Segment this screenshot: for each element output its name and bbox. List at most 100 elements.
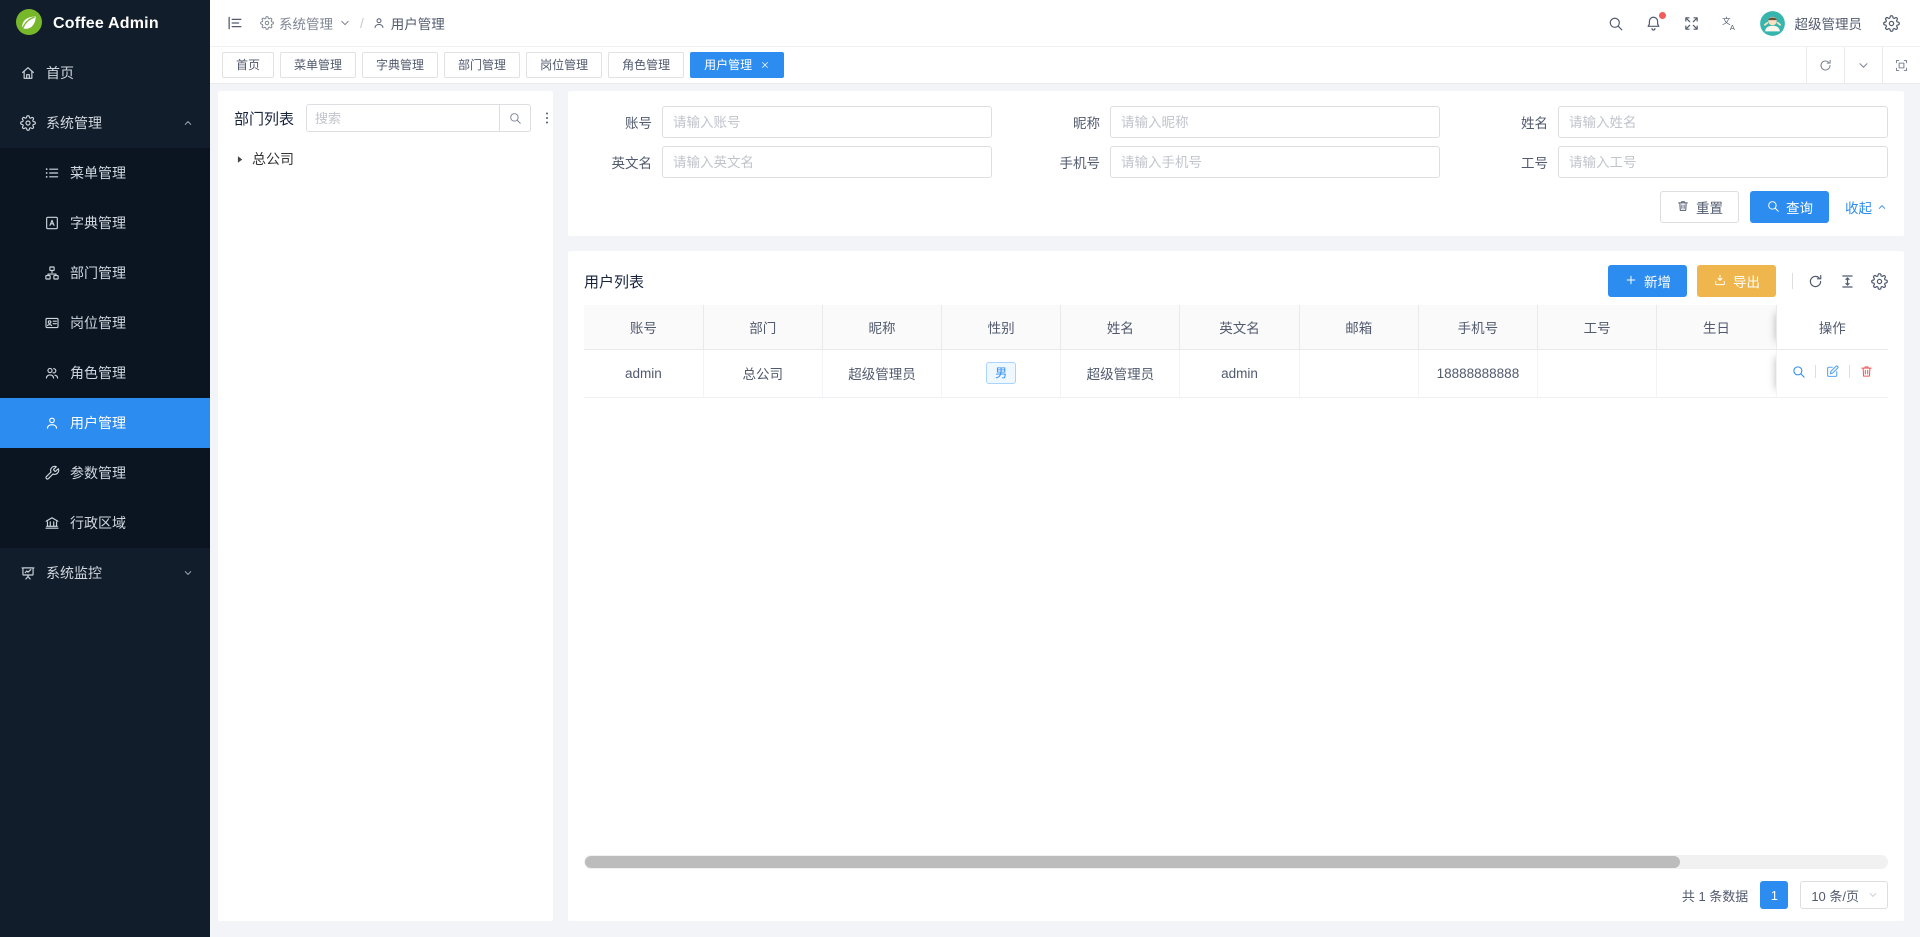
close-icon[interactable]	[760, 60, 770, 70]
delete-icon[interactable]	[1859, 364, 1874, 379]
sidebar-item-0[interactable]: 首页	[0, 48, 210, 98]
bell-icon[interactable]	[1645, 15, 1662, 32]
plus-icon	[1624, 273, 1638, 287]
sidebar-item-5[interactable]: 岗位管理	[0, 298, 210, 348]
tree-node[interactable]: 总公司	[234, 146, 537, 172]
horizontal-scrollbar[interactable]	[584, 855, 1888, 869]
refresh-icon	[1818, 58, 1833, 73]
sidebar-menu: 首页 系统管理 菜单管理 字典管理 部门管理 岗位管理 角色管理 用户管理 参数…	[0, 48, 210, 598]
user-table-card: 用户列表 新增 导出	[568, 251, 1904, 921]
user-name[interactable]: 超级管理员	[1795, 13, 1863, 33]
tab-0[interactable]: 首页	[222, 52, 274, 78]
gender-tag: 男	[986, 362, 1016, 384]
column-header: 工号	[1538, 305, 1657, 349]
tab-6[interactable]: 用户管理	[690, 52, 784, 78]
user-icon	[44, 415, 60, 431]
dictionary-icon	[44, 215, 60, 231]
chevron-down-icon	[338, 16, 352, 30]
search-icon	[1766, 199, 1780, 214]
avatar[interactable]	[1759, 10, 1786, 37]
edit-icon[interactable]	[1825, 364, 1840, 379]
leaf-icon	[14, 7, 44, 37]
search-icon	[1607, 15, 1624, 32]
sidebar-item-10[interactable]: 系统监控	[0, 548, 210, 598]
content: 部门列表 总公司 账号 昵称 姓名 英文名 手机号	[210, 84, 1920, 937]
sidebar-item-3[interactable]: 字典管理	[0, 198, 210, 248]
view-icon[interactable]	[1791, 364, 1806, 379]
sidebar-item-4[interactable]: 部门管理	[0, 248, 210, 298]
refresh-icon[interactable]	[1807, 273, 1824, 290]
sidebar-item-6[interactable]: 角色管理	[0, 348, 210, 398]
dept-search-input[interactable]	[306, 104, 499, 132]
column-header: 操作	[1776, 305, 1888, 349]
translate-icon: 文A	[1721, 15, 1738, 32]
form-input-0[interactable]	[662, 106, 992, 138]
column-header: 账号	[584, 305, 703, 349]
brand-name: Coffee Admin	[53, 15, 159, 33]
wrench-icon	[44, 465, 60, 481]
tab-3[interactable]: 部门管理	[444, 52, 520, 78]
brand: Coffee Admin	[0, 0, 210, 48]
chevron-down-icon	[1856, 58, 1871, 73]
search-icon[interactable]	[1607, 15, 1624, 32]
breadcrumb-item[interactable]: 系统管理	[260, 13, 352, 33]
column-header: 昵称	[822, 305, 941, 349]
dots-vertical-icon	[539, 110, 555, 126]
column-settings-icon[interactable]	[1871, 273, 1888, 290]
sidebar: Coffee Admin 首页 系统管理 菜单管理 字典管理 部门管理 岗位管理…	[0, 0, 210, 937]
sidebar-item-9[interactable]: 行政区域	[0, 498, 210, 548]
tab-5[interactable]: 角色管理	[608, 52, 684, 78]
dept-tree: 总公司	[234, 146, 537, 172]
column-header: 姓名	[1061, 305, 1180, 349]
add-button[interactable]: 新增	[1608, 265, 1687, 297]
delete-icon	[1859, 364, 1874, 379]
form-input-4[interactable]	[1110, 146, 1440, 178]
tab-controls	[1806, 47, 1920, 83]
tab-4[interactable]: 岗位管理	[526, 52, 602, 78]
row-height-icon[interactable]	[1839, 273, 1856, 290]
tab-1[interactable]: 菜单管理	[280, 52, 356, 78]
home-icon	[20, 65, 36, 81]
fullscreen-icon[interactable]	[1683, 15, 1700, 32]
main-area: 系统管理/用户管理 文A 超级管理员 首页 菜单管理 字典管理 部门管理 岗位管…	[210, 0, 1920, 937]
search-button[interactable]: 查询	[1750, 191, 1829, 223]
gear-icon[interactable]	[1883, 15, 1900, 32]
sidebar-item-1[interactable]: 系统管理	[0, 98, 210, 148]
reset-button[interactable]: 重置	[1660, 191, 1739, 223]
maximize-icon	[1894, 58, 1909, 73]
user-table: 账号部门昵称性别姓名英文名邮箱手机号工号生日操作 admin总公司超级管理员男超…	[584, 305, 1888, 398]
dept-more-icon[interactable]	[539, 110, 555, 126]
export-button[interactable]: 导出	[1697, 265, 1776, 297]
gear-icon	[260, 16, 274, 30]
bank-icon	[44, 515, 60, 531]
search-icon	[508, 111, 522, 125]
form-input-3[interactable]	[662, 146, 992, 178]
collapse-toggle[interactable]: 收起	[1845, 197, 1888, 217]
tab-2[interactable]: 字典管理	[362, 52, 438, 78]
sidebar-item-8[interactable]: 参数管理	[0, 448, 210, 498]
chevron-up-icon	[1876, 201, 1888, 213]
download-icon	[1713, 273, 1727, 287]
form-input-2[interactable]	[1558, 106, 1888, 138]
form-input-1[interactable]	[1110, 106, 1440, 138]
column-header: 邮箱	[1299, 305, 1418, 349]
maximize-icon[interactable]	[1882, 47, 1920, 83]
form-input-5[interactable]	[1558, 146, 1888, 178]
page-button-1[interactable]: 1	[1760, 881, 1788, 909]
sidebar-item-7[interactable]: 用户管理	[0, 398, 210, 448]
table-row: admin总公司超级管理员男超级管理员admin18888888888	[584, 349, 1888, 397]
translate-icon[interactable]: 文A	[1721, 15, 1738, 32]
page-size-select[interactable]: 10 条/页	[1800, 881, 1888, 909]
menu-fold-icon[interactable]	[226, 14, 244, 32]
edit-icon	[1825, 364, 1840, 379]
close-icon	[760, 60, 770, 70]
scrollbar-thumb[interactable]	[585, 856, 1680, 868]
breadcrumb-item[interactable]: 用户管理	[372, 13, 445, 33]
user-icon	[372, 16, 386, 30]
sidebar-item-2[interactable]: 菜单管理	[0, 148, 210, 198]
gear-icon	[1883, 15, 1900, 32]
refresh-icon[interactable]	[1806, 47, 1844, 83]
chevron-down-icon[interactable]	[1844, 47, 1882, 83]
dept-search-button[interactable]	[499, 104, 531, 132]
form-field-5: 工号	[1480, 146, 1888, 178]
